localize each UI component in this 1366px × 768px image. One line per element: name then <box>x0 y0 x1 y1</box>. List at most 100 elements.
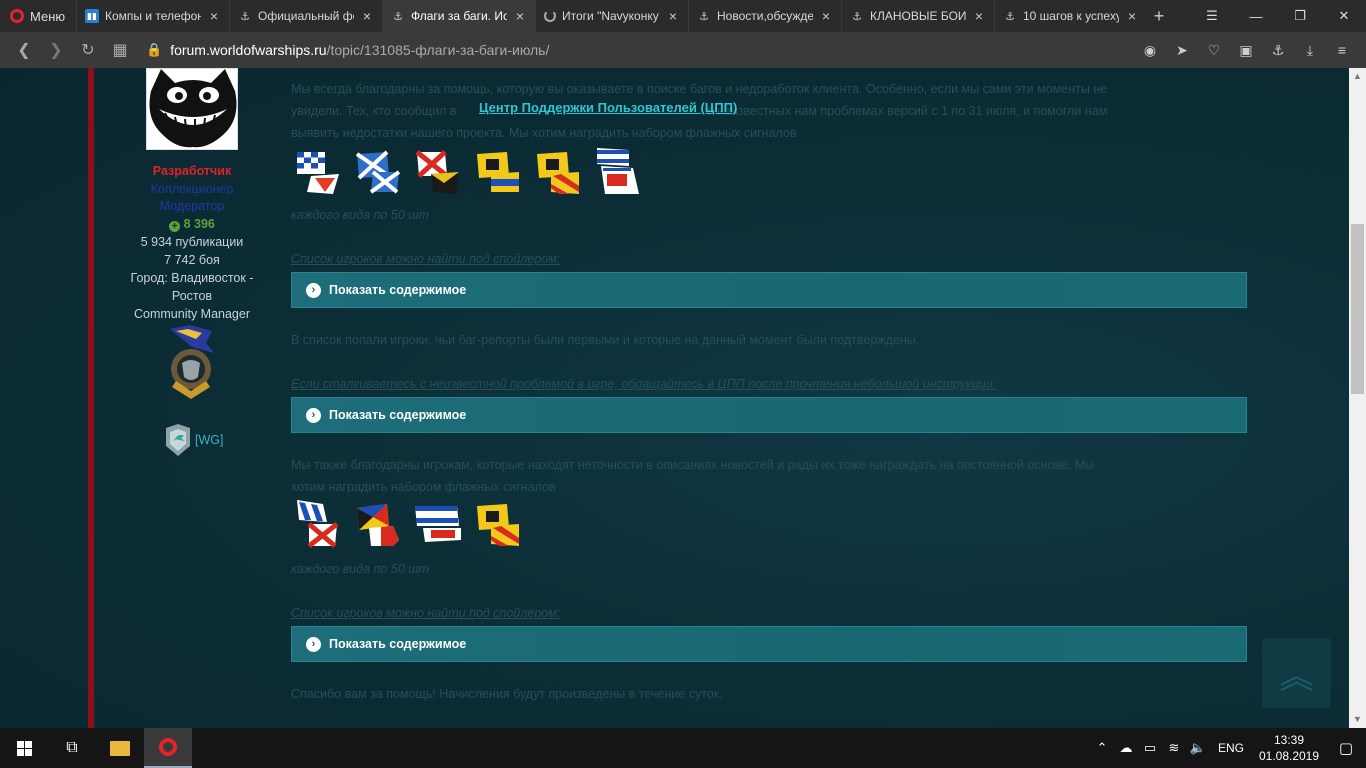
tab-4[interactable]: Итоги "Navyконку × <box>535 0 688 32</box>
flag-signals-set-2 <box>293 500 523 548</box>
extension-icon[interactable]: ▣ <box>1230 42 1262 59</box>
address-bar-actions: ◉ ➤ ♡ ▣ ⚓ ⤓ ≡ <box>1134 42 1358 59</box>
url-field[interactable]: 🔒 forum.worldofwarships.ru/topic/131085-… <box>146 42 1134 58</box>
volume-icon[interactable]: 🔈 <box>1186 740 1210 756</box>
wows-icon: ⚓ <box>852 10 862 23</box>
tab-title: КЛАНОВЫЕ БОИ <box>870 9 966 23</box>
opera-taskbar-button[interactable] <box>144 728 192 768</box>
wows-extension-icon[interactable]: ⚓ <box>1262 42 1294 59</box>
post-content: Мы всегда благодарны за помощь, которую … <box>291 68 1248 728</box>
achievement-emblem-icon <box>170 325 214 399</box>
speed-dial-icon[interactable]: ▦ <box>104 40 136 60</box>
back-icon[interactable]: ❮ <box>8 40 40 60</box>
page-scrollbar[interactable]: ▲ ▼ <box>1349 68 1366 728</box>
tab-title: Новости,обсужде <box>717 9 813 23</box>
flag-signal-icon <box>355 150 401 194</box>
folder-icon <box>110 740 130 756</box>
notification-icon[interactable]: ▢ <box>1326 739 1366 757</box>
close-icon[interactable]: × <box>972 8 986 24</box>
wows-icon: ⚓ <box>1005 10 1015 23</box>
support-center-link[interactable]: Центр Поддержки Пользователей (ЦПП) <box>479 100 737 115</box>
close-icon[interactable]: × <box>207 8 221 24</box>
heart-icon[interactable]: ♡ <box>1198 42 1230 59</box>
paragraph-3-instructions-link[interactable]: Если сталкиваетесь с неизвестной проблем… <box>291 373 1226 395</box>
close-icon[interactable]: × <box>819 8 833 24</box>
spoiler-intro-1: Список игроков можно найти под спойлером… <box>291 252 561 266</box>
chevron-right-icon: › <box>306 407 321 423</box>
flag-signal-icon <box>297 152 339 194</box>
start-button[interactable] <box>0 728 48 768</box>
forum-page: Разработчик Коллекционер Модератор + 8 3… <box>0 68 1349 728</box>
camera-icon[interactable]: ◉ <box>1134 42 1166 59</box>
system-tray: ⌃ ☁ ▭ ≋ 🔈 ENG 13:39 01.08.2019 ▢ <box>1090 728 1366 768</box>
clock-date: 01.08.2019 <box>1258 749 1320 763</box>
spoiler-toggle-2[interactable]: › Показать содержимое <box>291 397 1247 433</box>
restore-icon[interactable]: ❐ <box>1278 0 1322 32</box>
spoiler-toggle-3[interactable]: › Показать содержимое <box>291 626 1247 662</box>
scroll-down-arrow-icon[interactable]: ▼ <box>1349 711 1366 728</box>
tab-5[interactable]: ⚓ Новости,обсужде × <box>688 0 841 32</box>
cloud-icon[interactable]: ☁ <box>1114 740 1138 756</box>
tab-title: Итоги "Navyконку <box>562 9 659 23</box>
trello-icon: ▮▮ <box>85 9 99 23</box>
rank-moderator: Модератор <box>159 199 225 213</box>
new-tab-button[interactable]: + <box>1147 6 1171 27</box>
wifi-icon[interactable]: ≋ <box>1162 740 1186 756</box>
tab-6[interactable]: ⚓ КЛАНОВЫЕ БОИ × <box>841 0 994 32</box>
author-title: Community Manager <box>133 307 250 321</box>
tab-title: Флаги за баги. Ио <box>411 9 507 23</box>
menu-icon[interactable]: ≡ <box>1326 42 1358 59</box>
flags-quantity-note-1: каждого вида по 50 шт <box>291 208 430 222</box>
close-icon[interactable]: × <box>666 8 680 24</box>
p1-line2-text: увидели. Тех, кто сообщил в <box>291 104 457 118</box>
close-icon[interactable]: × <box>513 8 527 24</box>
reload-icon[interactable]: ↻ <box>72 40 104 60</box>
menu-label: Меню <box>30 8 66 24</box>
wows-icon: ⚓ <box>240 10 250 23</box>
send-icon[interactable]: ➤ <box>1166 42 1198 59</box>
url-text: forum.worldofwarships.ru/topic/131085-фл… <box>170 42 549 58</box>
tab-menu-icon[interactable]: ☰ <box>1190 0 1234 32</box>
language-indicator[interactable]: ENG <box>1218 741 1244 755</box>
tab-2[interactable]: ⚓ Официальный фо × <box>229 0 382 32</box>
file-explorer-button[interactable] <box>96 728 144 768</box>
paragraph-4-line-1: Мы также благодарны игрокам, которые нах… <box>291 458 1095 472</box>
avatar[interactable] <box>146 68 238 150</box>
url-domain: forum.worldofwarships.ru <box>170 42 327 58</box>
rank-developer: Разработчик <box>152 164 232 178</box>
close-window-icon[interactable]: ✕ <box>1322 0 1366 32</box>
double-chevron-up-icon: ︽ <box>1279 657 1314 696</box>
paragraph-4-line-2: хотим наградить набором флажных сигналов <box>291 480 556 494</box>
reputation-value: 8 396 <box>183 217 215 231</box>
minimize-icon[interactable]: — <box>1234 0 1278 32</box>
city-line-1: Город: Владивосток - <box>130 271 254 285</box>
clock[interactable]: 13:39 01.08.2019 <box>1252 732 1326 764</box>
url-path: /topic/131085-флаги-за-баги-июль/ <box>326 42 550 58</box>
post-count: 5 934 публикации <box>140 235 244 249</box>
close-icon[interactable]: × <box>1125 8 1139 24</box>
task-view-icon[interactable]: ⧉ <box>48 728 96 768</box>
flag-signal-icon <box>477 504 519 546</box>
tab-7[interactable]: ⚓ 10 шагов к успеху × <box>994 0 1147 32</box>
clan-link[interactable]: [WG] <box>164 424 223 456</box>
spoiler-toggle-1[interactable]: › Показать содержимое <box>291 272 1247 308</box>
spoiler-intro-2: Список игроков можно найти под спойлером… <box>291 606 561 620</box>
download-icon[interactable]: ⤓ <box>1294 42 1326 59</box>
scroll-to-top-button[interactable]: ︽ <box>1262 638 1331 708</box>
flag-signal-icon <box>597 148 639 194</box>
tab-3-active[interactable]: ⚓ Флаги за баги. Ио × <box>382 0 535 32</box>
opera-menu-button[interactable]: Меню <box>0 0 76 32</box>
flag-signals-set-1 <box>293 148 643 196</box>
tab-1[interactable]: ▮▮ Компы и телефон × <box>76 0 229 32</box>
scrollbar-thumb[interactable] <box>1351 224 1364 394</box>
city-line-2: Ростов <box>171 289 213 303</box>
forward-icon[interactable]: ❯ <box>40 40 72 60</box>
tab-title: Официальный фо <box>258 9 354 23</box>
close-icon[interactable]: × <box>360 8 374 24</box>
battery-icon[interactable]: ▭ <box>1138 740 1162 756</box>
chevron-up-icon[interactable]: ⌃ <box>1090 740 1114 756</box>
window-controls: ☰ — ❐ ✕ <box>1190 0 1366 32</box>
chevron-right-icon: › <box>306 282 321 298</box>
windows-logo-icon <box>16 740 32 756</box>
scroll-up-arrow-icon[interactable]: ▲ <box>1349 68 1366 85</box>
